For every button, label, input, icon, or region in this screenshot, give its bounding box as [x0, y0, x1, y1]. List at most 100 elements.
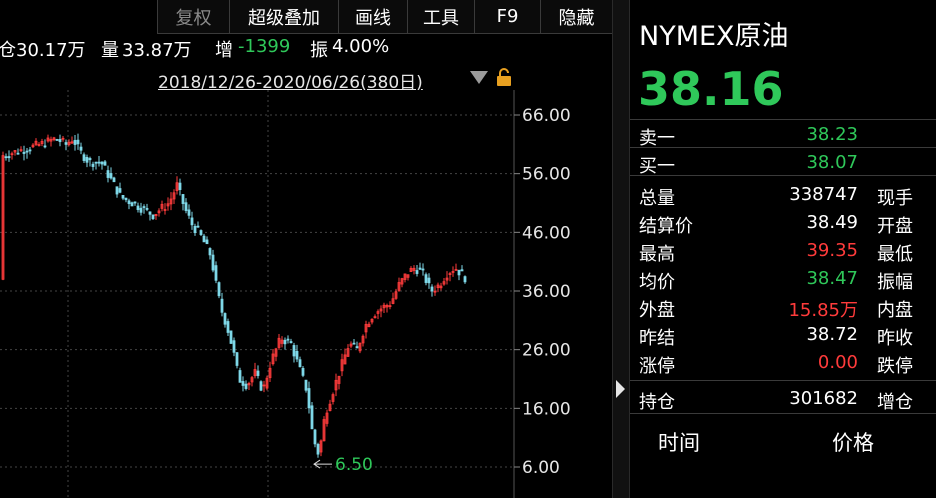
quote-row: 外盘 15.85万 内盘	[630, 294, 936, 321]
candle-body	[241, 381, 245, 386]
quote-row: 均价 38.47 振幅	[630, 266, 936, 293]
quote-row: 结算价 38.49 开盘	[630, 210, 936, 237]
candle-body	[136, 205, 140, 211]
candle-body	[460, 269, 464, 272]
draw-line-button[interactable]: 画线	[338, 0, 407, 34]
kline-chart[interactable]: 66.00 56.00 46.00 36.00 26.00 16.00 6.00 6.50	[0, 90, 612, 498]
candle-body	[94, 161, 98, 164]
candle-body	[16, 152, 20, 155]
adjust-button[interactable]: 复权	[157, 0, 229, 34]
quote-row-value: 38.23	[806, 124, 858, 145]
quote-row-value: 15.85万	[788, 300, 858, 321]
candle-body	[121, 195, 125, 199]
pane-divider[interactable]	[612, 0, 630, 498]
candle-body	[256, 370, 260, 376]
quote-row-label2: 最低	[877, 244, 913, 265]
candle-body	[100, 161, 104, 165]
candle-body	[286, 338, 290, 341]
price-column-header: 价格	[832, 431, 874, 455]
tools-button[interactable]: 工具	[407, 0, 474, 34]
candle-body	[103, 161, 107, 166]
candle-body	[4, 156, 8, 159]
quote-row: 买一 38.07	[630, 150, 936, 177]
candle-body	[424, 274, 428, 283]
candle-body	[352, 342, 356, 345]
candle-body	[118, 188, 122, 193]
candle-body	[199, 230, 203, 235]
candle-body	[55, 139, 59, 141]
quote-row-label: 结算价	[639, 216, 693, 237]
quote-row: 最高 39.35 最低	[630, 238, 936, 265]
candle-body	[208, 248, 212, 256]
candle-body	[91, 163, 95, 167]
quote-row-label: 昨结	[639, 328, 675, 349]
candle-body	[127, 200, 131, 204]
candle-body	[142, 206, 146, 208]
quote-row-label: 总量	[639, 188, 675, 209]
f9-button[interactable]: F9	[474, 0, 540, 34]
candle-body	[223, 313, 227, 325]
candle-body	[205, 239, 209, 245]
candle-body	[58, 139, 62, 143]
candle-body	[79, 146, 83, 151]
quote-row-value: 38.07	[806, 152, 858, 173]
quote-row: 昨结 38.72 昨收	[630, 322, 936, 349]
quote-row-value: 0.00	[817, 352, 858, 373]
increase-label: 增	[215, 40, 233, 61]
candle-body	[298, 359, 302, 368]
candle-body	[238, 370, 242, 383]
candle-body	[145, 208, 149, 210]
candle-body	[139, 207, 143, 213]
candle-body	[190, 217, 194, 226]
quote-row-label2: 振幅	[877, 272, 913, 293]
candle-body	[235, 352, 239, 366]
candle-body	[307, 388, 311, 409]
quote-row-value: 38.47	[806, 268, 858, 289]
candle-body	[415, 270, 419, 274]
increase-value: -1399	[238, 36, 291, 57]
quote-row-label2: 现手	[877, 188, 913, 209]
candle-body	[82, 154, 86, 161]
quote-row-label2: 昨收	[877, 328, 913, 349]
y-tick-label: 46.00	[522, 223, 571, 243]
candle-body	[184, 202, 188, 211]
candle-body	[73, 139, 77, 145]
candle-body	[310, 405, 314, 430]
dropdown-triangle-icon[interactable]	[470, 71, 488, 84]
hide-button[interactable]: 隐藏	[540, 0, 612, 34]
candle-body	[316, 444, 320, 455]
quote-row-label: 涨停	[639, 356, 675, 377]
collapse-arrow-icon[interactable]	[616, 380, 625, 398]
candle-body	[463, 276, 467, 283]
unlock-icon[interactable]	[496, 68, 512, 86]
candle-body	[295, 351, 299, 360]
candle-body	[229, 330, 233, 344]
candle-body	[313, 429, 317, 445]
super-overlay-button[interactable]: 超级叠加	[229, 0, 338, 34]
time-column-header: 时间	[658, 431, 700, 455]
panel-separator	[630, 119, 936, 120]
candle-body	[418, 267, 422, 270]
candle-body	[109, 173, 113, 179]
candle-body	[112, 177, 116, 183]
candle-body	[232, 340, 236, 353]
y-tick-label: 36.00	[522, 282, 571, 302]
candle-body	[301, 367, 305, 376]
position-label: 仓	[0, 40, 16, 61]
candle-body	[178, 182, 182, 191]
y-tick-label: 66.00	[522, 106, 571, 126]
kline-chart-svg: 66.00 56.00 46.00 36.00 26.00 16.00 6.00 6.50	[0, 90, 571, 498]
quote-row-label2: 内盘	[877, 300, 913, 321]
quote-row: 持仓 301682 增仓	[630, 386, 936, 413]
amplitude-label: 振	[310, 40, 328, 61]
candle-body	[88, 158, 92, 161]
quote-row-value: 38.72	[806, 324, 858, 345]
candle-body	[427, 277, 431, 284]
candle-body	[148, 211, 152, 215]
quote-panel: NYMEX原油 38.16 卖一 38.23 买一 38.07 总量 338747 现手 结算…	[630, 0, 936, 498]
position-value: 30.17万	[16, 40, 86, 61]
candle-body	[7, 156, 11, 159]
chart-toolbar: 复权 超级叠加 画线 工具 F9 隐藏	[0, 0, 612, 34]
y-tick-label: 6.00	[522, 458, 560, 478]
